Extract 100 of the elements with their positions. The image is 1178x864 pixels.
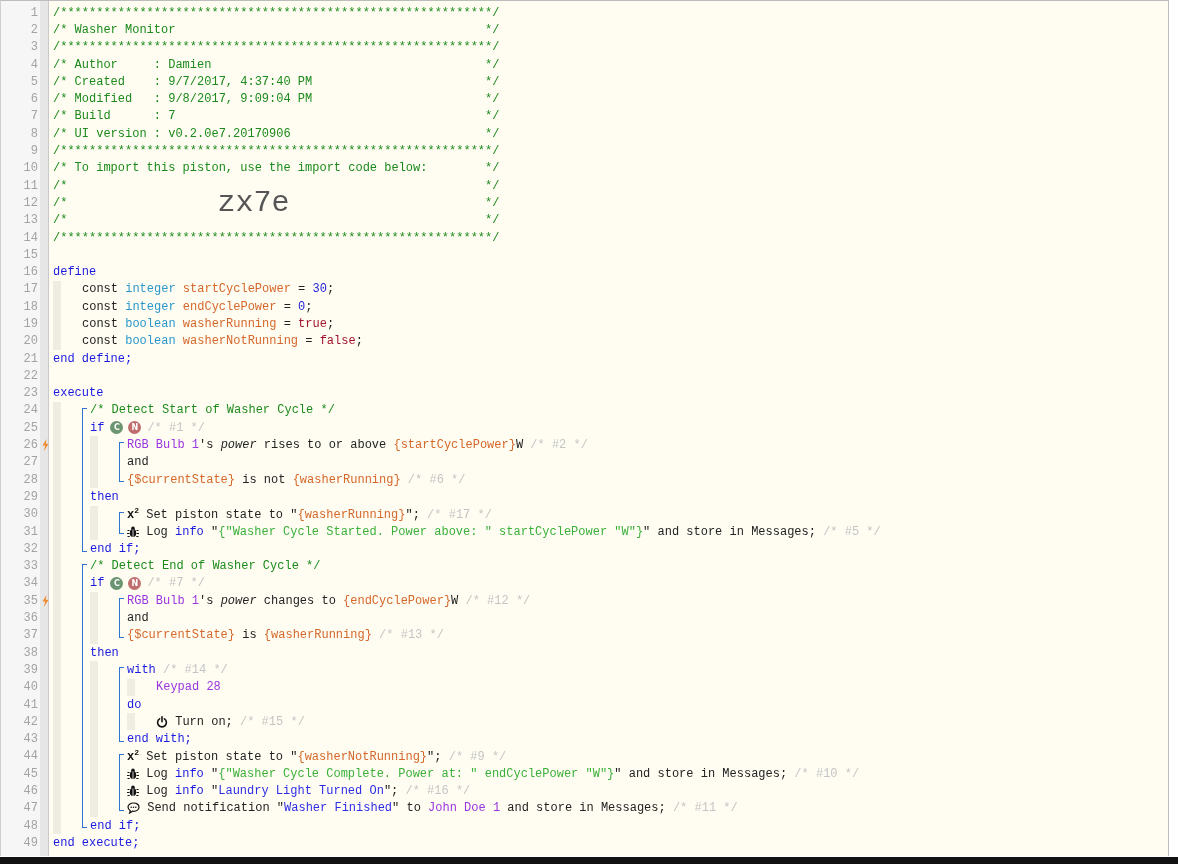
line-number: 44 [22, 749, 38, 764]
code-text: */ [485, 57, 500, 72]
line-number: 38 [22, 645, 38, 660]
condition-badge[interactable]: N [128, 421, 142, 435]
line-number: 37 [22, 628, 38, 643]
line-number: 18 [22, 299, 38, 314]
code-text: /************************************************************/ [53, 230, 500, 245]
code-text: RGB Bulb 1's power rises to or above {startCyclePower}W /* #2 */ [127, 438, 588, 453]
code-text: */ [485, 195, 500, 210]
line-number: 4 [29, 57, 38, 72]
code-text: /* Author : Damien [53, 57, 212, 72]
code-text: x$^{2}$ Set piston state to "{washerRunning}"; /* #17 */ [127, 506, 492, 523]
code-text: */ [485, 22, 500, 37]
code-text: */ [485, 178, 500, 193]
code-text: then [90, 645, 119, 660]
line-number: 47 [22, 801, 38, 816]
code-text: Log info "{"Washer Cycle Started. Power above: " startCyclePower "W"}" and store in Messages; /* #5 */ [145, 524, 881, 539]
code-text: */ [485, 109, 500, 124]
line-number: 1 [29, 5, 38, 20]
line-number: 46 [22, 784, 38, 798]
code-text: {$currentState} is {washerRunning} /* #13 */ [127, 628, 444, 643]
line-number: 14 [22, 230, 38, 245]
condition-badge[interactable]: C [110, 576, 124, 590]
line-number: 28 [22, 472, 38, 487]
line-number: 43 [22, 732, 38, 747]
line-number: 33 [22, 559, 38, 574]
line-number: 35 [22, 593, 38, 608]
line-number: 6 [29, 92, 38, 107]
code-text: do [127, 697, 142, 712]
code-text: /* Created : 9/7/2017, 4:37:40 PM [53, 74, 313, 89]
line-number: 27 [22, 455, 38, 470]
code-text: /* Detect Start of Washer Cycle */ [90, 403, 335, 418]
code-text: /* To import this piston, use the import code below: [53, 161, 428, 176]
code-text: const boolean washerNotRunning = false; [82, 334, 363, 349]
code-text: */ [485, 92, 500, 107]
code-text: */ [485, 161, 500, 176]
line-number: 16 [22, 265, 38, 280]
code-text: Send notification "Washer Finished" to John Doe 1 and store in Messages; /* #11 */ [146, 801, 738, 816]
line-number: 15 [22, 247, 38, 262]
code-text: end with; [127, 732, 192, 747]
code-text: /* [53, 213, 68, 228]
line-number: 7 [29, 109, 38, 124]
line-number: 42 [22, 714, 38, 729]
code-text: and [127, 611, 149, 626]
line-number: 17 [22, 282, 38, 297]
line-number: 11 [22, 178, 38, 193]
line-number: 34 [22, 576, 38, 591]
line-number: 25 [22, 420, 38, 435]
line-number: 29 [22, 489, 38, 504]
code-text: if [90, 420, 105, 435]
line-number: 24 [22, 403, 38, 418]
code-text: */ [485, 74, 500, 89]
line-number: 23 [22, 386, 38, 401]
condition-badge[interactable]: N [128, 576, 142, 590]
line-number: 49 [22, 835, 38, 850]
code-text: const integer startCyclePower = 30; [82, 282, 335, 297]
code-text: end define; [53, 351, 133, 366]
code-text: then [90, 489, 119, 504]
code-text: /* #1 */ [147, 420, 205, 435]
line-number: 41 [22, 697, 38, 712]
bug-icon [127, 767, 139, 780]
line-number: 45 [22, 766, 38, 781]
code-text: x$^{2}$ Set piston state to "{washerNotRunning}"; /* #9 */ [127, 748, 507, 765]
code-text: Log info "Laundry Light Turned On"; /* #16 */ [145, 784, 471, 798]
code-text: */ [485, 213, 500, 228]
line-number: 31 [22, 524, 38, 539]
line-number: 36 [22, 611, 38, 626]
code-text: const integer endCyclePower = 0; [82, 299, 313, 314]
code-text: end execute; [53, 835, 140, 850]
line-number: 32 [22, 541, 38, 556]
line-number: 5 [29, 74, 38, 89]
line-number: 39 [22, 662, 38, 677]
line-number: 9 [29, 144, 38, 158]
line-number: 10 [22, 161, 38, 176]
code-text: /* Washer Monitor [53, 22, 176, 37]
code-text: with /* #14 */ [127, 662, 228, 677]
code-text: and [127, 455, 149, 470]
code-text: /* [53, 195, 68, 210]
line-number: 2 [29, 22, 38, 37]
code-text: /* Build : 7 [53, 109, 176, 124]
line-number: 30 [22, 507, 38, 522]
code-text: /************************************************************/ [53, 5, 500, 20]
line-number: 13 [22, 213, 38, 228]
line-number: 26 [22, 438, 38, 453]
import-code: zx7e [217, 187, 290, 218]
code-text: /************************************************************/ [53, 144, 500, 158]
condition-badge[interactable]: C [110, 421, 124, 435]
code-text: /* Detect End of Washer Cycle */ [90, 559, 321, 574]
chat-icon [127, 802, 140, 815]
code-text: if [90, 576, 105, 591]
line-number: 3 [29, 40, 38, 55]
line-number: 48 [22, 818, 38, 833]
code-text: execute [53, 386, 104, 401]
code-text: /* [53, 178, 68, 193]
power-icon [156, 715, 168, 728]
line-number: 22 [22, 368, 38, 383]
code-text: */ [485, 126, 500, 141]
code-text: const boolean washerRunning = true; [82, 317, 335, 331]
code-text: define [53, 265, 97, 280]
bug-icon [127, 525, 139, 538]
